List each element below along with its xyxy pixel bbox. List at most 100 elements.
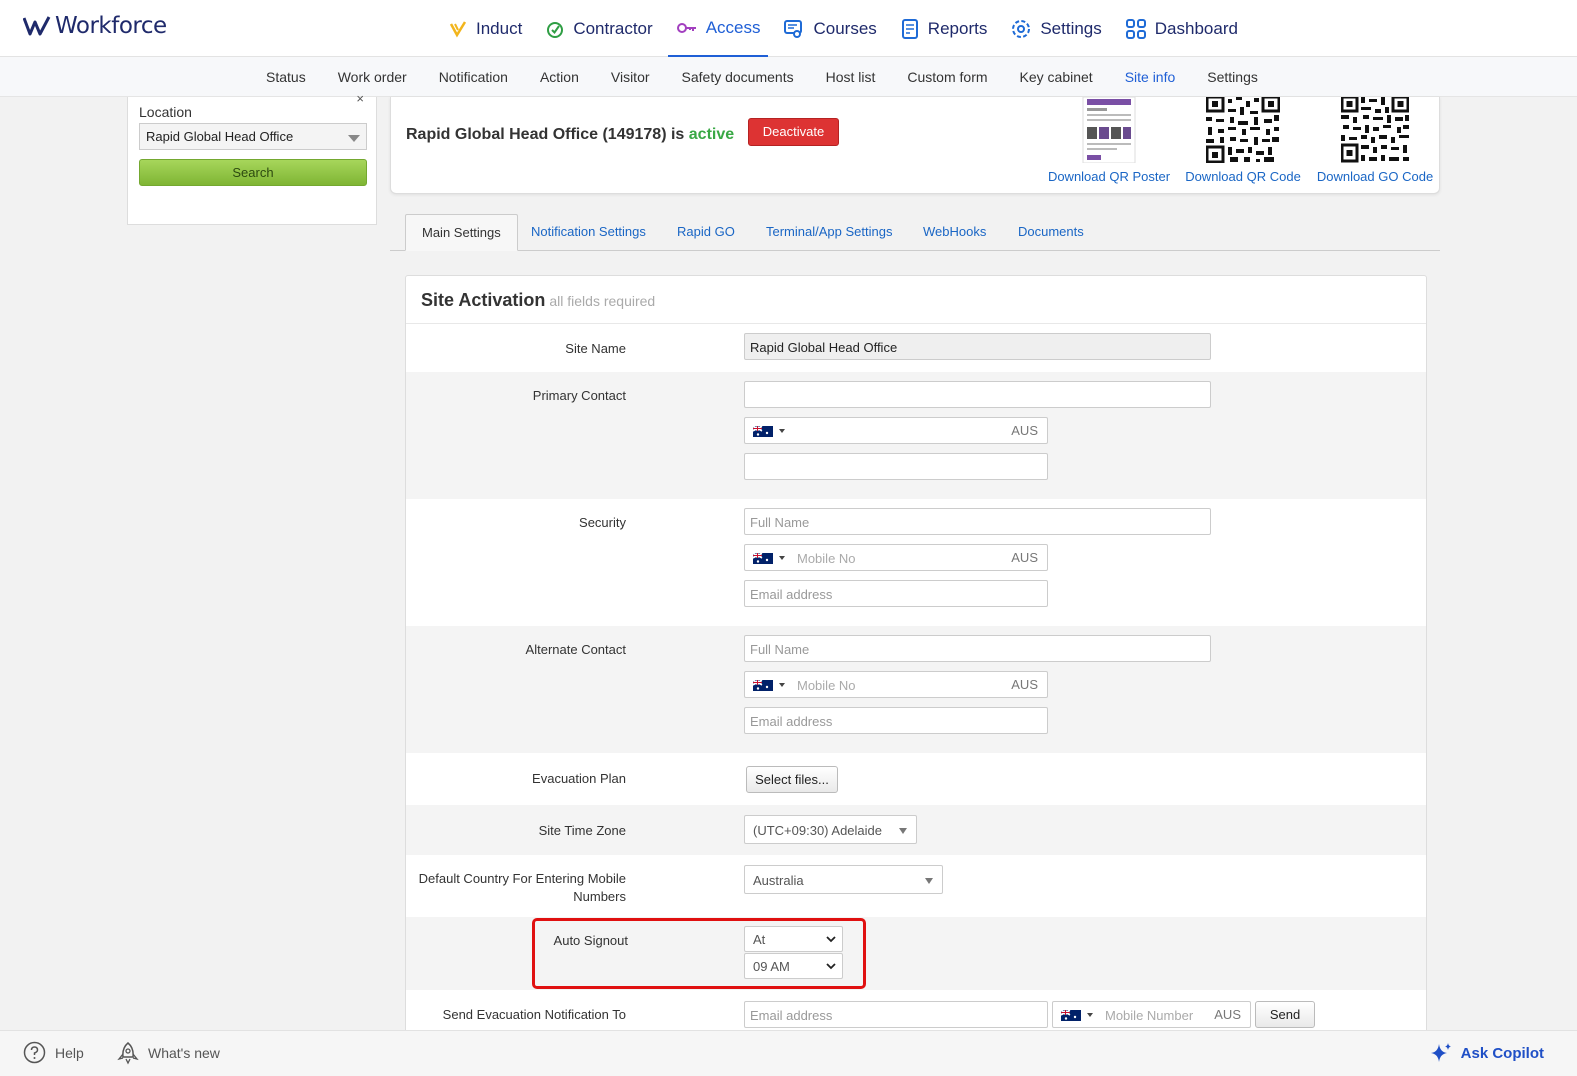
mobile-placeholder: Mobile No	[797, 551, 856, 566]
auto-signout-highlight	[532, 918, 866, 989]
nav-reports[interactable]: Reports	[892, 0, 996, 57]
ask-copilot-button[interactable]: Ask Copilot	[1429, 1041, 1544, 1065]
send-button[interactable]: Send	[1255, 1001, 1315, 1028]
alternate-contact-label: Alternate Contact	[525, 642, 626, 657]
tab-main-settings[interactable]: Main Settings	[405, 214, 518, 251]
deactivate-button[interactable]: Deactivate	[748, 118, 839, 146]
qr-poster-thumbnail[interactable]	[1081, 96, 1137, 164]
nav-settings[interactable]: Settings	[1002, 0, 1109, 57]
status-badge: active	[688, 126, 735, 143]
chevron-down-icon	[1087, 1013, 1093, 1017]
dashboard-grid-icon	[1125, 18, 1146, 39]
subnav-status[interactable]: Status	[250, 69, 322, 85]
country-code: AUS	[1011, 677, 1038, 692]
subnav-site-info[interactable]: Site info	[1109, 69, 1192, 85]
subnav-host-list[interactable]: Host list	[810, 69, 892, 85]
default-country-label: Default Country For Entering Mobile Numb…	[418, 871, 626, 904]
location-select[interactable]: Rapid Global Head Office	[139, 123, 367, 150]
primary-contact-mobile-field[interactable]: AUS	[744, 417, 1048, 444]
panel-heading: Site Activation all fields required	[406, 276, 1426, 324]
nav-courses-label: Courses	[813, 18, 877, 38]
subnav-custom-form[interactable]: Custom form	[891, 69, 1003, 85]
ask-copilot-label: Ask Copilot	[1460, 1044, 1544, 1062]
tab-terminal-app-settings[interactable]: Terminal/App Settings	[750, 214, 908, 251]
security-email-field[interactable]: Email address	[744, 580, 1048, 607]
nav-induct-label: Induct	[476, 18, 523, 38]
nav-contractor-label: Contractor	[573, 18, 653, 38]
security-name-field[interactable]: Full Name	[744, 508, 1211, 535]
location-select-value: Rapid Global Head Office	[146, 129, 294, 144]
subnav-safety-documents[interactable]: Safety documents	[666, 69, 810, 85]
close-icon[interactable]: ×	[356, 91, 364, 106]
tab-notification-settings[interactable]: Notification Settings	[515, 214, 662, 251]
subnav-settings[interactable]: Settings	[1191, 69, 1274, 85]
time-zone-select[interactable]: (UTC+09:30) Adelaide	[744, 815, 917, 844]
time-zone-label: Site Time Zone	[538, 823, 626, 838]
download-go-code-link[interactable]: Download GO Code	[1313, 169, 1437, 184]
default-country-value: Australia	[753, 873, 804, 888]
nav-access[interactable]: Access	[667, 0, 769, 57]
search-button[interactable]: Search	[139, 159, 367, 186]
subnav-work-order[interactable]: Work order	[322, 69, 423, 85]
row-evacuation-notification: Send Evacuation Notification To Email ad…	[406, 990, 1426, 1034]
courses-icon	[784, 19, 803, 38]
download-qr-poster-link[interactable]: Download QR Poster	[1047, 169, 1171, 184]
default-country-select[interactable]: Australia	[744, 865, 943, 894]
tab-documents[interactable]: Documents	[1002, 214, 1100, 251]
settings-tabs: Main Settings Notification Settings Rapi…	[390, 214, 1440, 251]
go-code-image[interactable]	[1340, 95, 1410, 163]
subnav-notification[interactable]: Notification	[423, 69, 524, 85]
row-security: Security Full Name Mobile No AUS Email a…	[406, 499, 1426, 626]
chevron-down-icon	[779, 556, 785, 560]
row-site-name: Site Name Rapid Global Head Office	[406, 324, 1426, 372]
row-site-time-zone: Site Time Zone (UTC+09:30) Adelaide	[406, 805, 1426, 855]
country-code: AUS	[1011, 550, 1038, 565]
reports-icon	[901, 18, 918, 39]
security-label: Security	[579, 515, 626, 530]
alternate-mobile-field[interactable]: Mobile No AUS	[744, 671, 1048, 698]
qr-code-image[interactable]	[1205, 95, 1281, 164]
brand-name: Workforce	[55, 13, 167, 39]
primary-contact-email-field[interactable]	[744, 453, 1048, 480]
chevron-down-icon	[899, 828, 907, 834]
evac-notify-email-field[interactable]: Email address	[744, 1001, 1048, 1028]
alternate-email-field[interactable]: Email address	[744, 707, 1048, 734]
country-code: AUS	[1011, 423, 1038, 438]
chevron-down-icon	[925, 878, 933, 884]
evac-notify-mobile-field[interactable]: Mobile Number AUS	[1052, 1001, 1251, 1028]
bottom-bar: Help What's new Ask Copilot	[0, 1030, 1577, 1076]
site-name-label: Site Name	[565, 341, 626, 356]
security-mobile-field[interactable]: Mobile No AUS	[744, 544, 1048, 571]
contractor-icon	[547, 21, 564, 38]
tab-rapid-go[interactable]: Rapid GO	[661, 214, 751, 251]
nav-access-label: Access	[705, 17, 761, 37]
nav-reports-label: Reports	[927, 18, 988, 38]
row-evacuation-plan: Evacuation Plan Select files...	[406, 753, 1426, 805]
whats-new-button[interactable]: What's new	[117, 1041, 220, 1065]
top-header: Workforce Induct Contractor Access Cours…	[0, 0, 1577, 57]
chevron-down-icon	[779, 683, 785, 687]
mobile-number-placeholder: Mobile Number	[1105, 1008, 1194, 1023]
nav-contractor[interactable]: Contractor	[537, 0, 660, 57]
primary-contact-label: Primary Contact	[532, 388, 626, 403]
alternate-name-field[interactable]: Full Name	[744, 635, 1211, 662]
workforce-logo[interactable]: Workforce	[23, 13, 167, 39]
download-qr-code-link[interactable]: Download QR Code	[1181, 169, 1305, 184]
help-button[interactable]: Help	[23, 1041, 84, 1064]
subnav-action[interactable]: Action	[524, 69, 595, 85]
australia-flag-icon	[753, 680, 773, 691]
subnav-key-cabinet[interactable]: Key cabinet	[1004, 69, 1109, 85]
primary-contact-name-field[interactable]	[744, 381, 1211, 408]
nav-dashboard[interactable]: Dashboard	[1117, 0, 1246, 57]
select-files-button[interactable]: Select files...	[746, 766, 838, 793]
subnav-visitor[interactable]: Visitor	[595, 69, 666, 85]
nav-induct[interactable]: Induct	[440, 0, 530, 57]
qr-code-block: Download QR Code	[1181, 95, 1305, 184]
site-name-field[interactable]: Rapid Global Head Office	[744, 333, 1211, 360]
nav-courses[interactable]: Courses	[775, 0, 884, 57]
tab-webhooks[interactable]: WebHooks	[907, 214, 1002, 251]
go-code-block: Download GO Code	[1313, 95, 1437, 184]
site-title: Rapid Global Head Office (149178) is act…	[406, 126, 734, 144]
chevron-down-icon	[779, 429, 785, 433]
help-icon	[23, 1041, 46, 1064]
